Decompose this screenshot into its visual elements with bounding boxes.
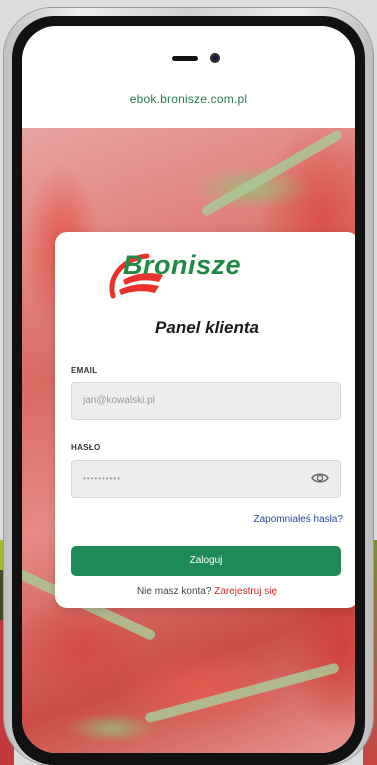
register-prompt: Nie masz konta? Zarejestruj się [55, 586, 355, 597]
password-field[interactable]: •••••••••• [71, 460, 341, 498]
login-card: Bronisze Panel klienta EMAIL jan@kowalsk… [55, 232, 355, 608]
login-button[interactable]: Zaloguj [71, 546, 341, 576]
pepper-stem [200, 128, 344, 218]
no-account-text: Nie masz konta? [136, 586, 212, 597]
eye-icon[interactable] [310, 468, 330, 488]
phone-frame: ebok.bronisze.com.pl Bronisze Panel klie… [4, 8, 373, 765]
page-title: Panel klienta [155, 318, 259, 337]
forgot-password-link[interactable]: Zapomniałeś hasła? [254, 514, 344, 525]
phone-screen: ebok.bronisze.com.pl Bronisze Panel klie… [22, 26, 355, 753]
speaker-grille [172, 56, 198, 61]
front-camera [210, 53, 220, 63]
password-label: HASŁO [71, 443, 101, 452]
register-link[interactable]: Zarejestruj się [214, 586, 277, 597]
pepper-stem [144, 662, 340, 724]
phone-bezel: ebok.bronisze.com.pl Bronisze Panel klie… [12, 16, 365, 765]
email-field[interactable]: jan@kowalski.pl [71, 382, 341, 420]
brand-wordmark: Bronisze [123, 250, 242, 280]
browser-url[interactable]: ebok.bronisze.com.pl [22, 92, 355, 106]
email-label: EMAIL [71, 366, 98, 375]
